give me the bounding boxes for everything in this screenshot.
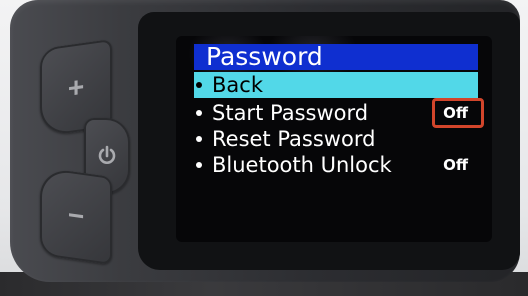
menu-item-reset-password[interactable]: Reset Password bbox=[194, 126, 478, 152]
menu-item-label: Bluetooth Unlock bbox=[212, 153, 392, 177]
plus-icon: + bbox=[67, 70, 85, 105]
bullet-icon bbox=[196, 82, 202, 88]
menu-item-value: Off bbox=[443, 156, 468, 174]
minus-button[interactable]: − bbox=[40, 166, 112, 266]
bullet-icon bbox=[196, 162, 202, 168]
menu-item-bluetooth-unlock[interactable]: Bluetooth Unlock Off bbox=[194, 152, 478, 178]
menu-title: Password bbox=[194, 44, 478, 70]
display-screen: Password Back Start Password Off Reset P… bbox=[176, 36, 492, 242]
power-icon bbox=[97, 145, 117, 167]
minus-icon: − bbox=[67, 198, 85, 233]
bullet-icon bbox=[196, 136, 202, 142]
bullet-icon bbox=[196, 110, 202, 116]
menu-item-back[interactable]: Back bbox=[194, 72, 478, 98]
menu-item-label: Start Password bbox=[212, 101, 369, 125]
menu-item-label: Reset Password bbox=[212, 127, 376, 151]
highlight-annotation bbox=[432, 98, 484, 128]
menu-item-label: Back bbox=[212, 73, 263, 97]
